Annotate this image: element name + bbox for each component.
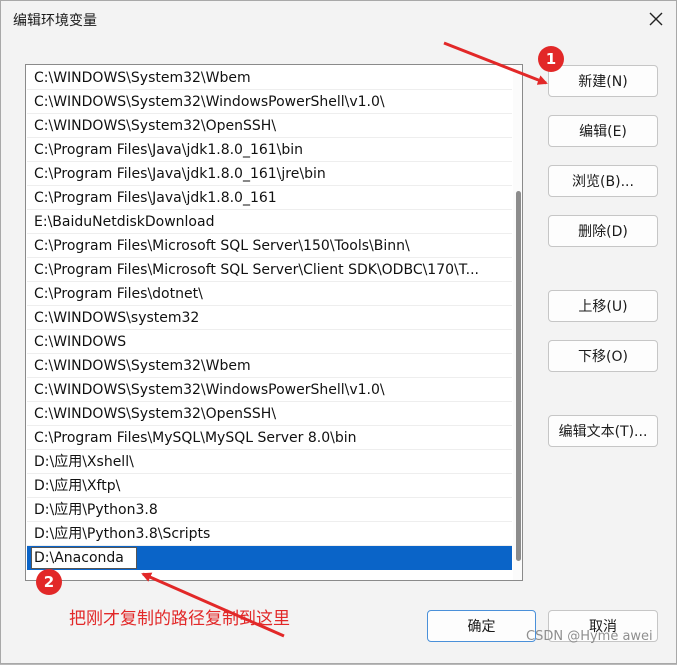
list-item[interactable]: C:\Program Files\Java\jdk1.8.0_161 (27, 186, 512, 210)
edit-text-button[interactable]: 编辑文本(T)... (548, 415, 658, 447)
list-item[interactable]: C:\WINDOWS (27, 330, 512, 354)
list-item[interactable]: C:\Program Files\Microsoft SQL Server\15… (27, 234, 512, 258)
new-button[interactable]: 新建(N) (548, 65, 658, 97)
list-item[interactable]: C:\WINDOWS\system32 (27, 306, 512, 330)
list-item[interactable]: C:\Program Files\MySQL\MySQL Server 8.0\… (27, 426, 512, 450)
close-button[interactable] (641, 5, 671, 33)
list-item[interactable]: D:\应用\Python3.8 (27, 498, 512, 522)
list-item[interactable]: C:\WINDOWS\System32\WindowsPowerShell\v1… (27, 90, 512, 114)
edit-env-variable-dialog: 编辑环境变量 C:\WINDOWS\System32\Wbem C:\WINDOW… (0, 0, 677, 664)
list-item[interactable]: D:\应用\Xshell\ (27, 450, 512, 474)
delete-button[interactable]: 删除(D) (548, 215, 658, 247)
move-down-button[interactable]: 下移(O) (548, 340, 658, 372)
list-item[interactable]: C:\WINDOWS\System32\Wbem (27, 354, 512, 378)
list-item[interactable]: C:\Program Files\dotnet\ (27, 282, 512, 306)
browse-button[interactable]: 浏览(B)... (548, 165, 658, 197)
list-item-editing[interactable] (27, 546, 512, 570)
step-badge-2: 2 (36, 569, 62, 595)
list-item[interactable]: C:\WINDOWS\System32\Wbem (27, 66, 512, 90)
list-item[interactable]: E:\BaiduNetdiskDownload (27, 210, 512, 234)
list-item[interactable]: D:\应用\Python3.8\Scripts (27, 522, 512, 546)
close-icon (649, 12, 663, 26)
list-item[interactable]: C:\WINDOWS\System32\OpenSSH\ (27, 114, 512, 138)
list-item[interactable]: C:\WINDOWS\System32\OpenSSH\ (27, 402, 512, 426)
path-edit-input[interactable] (31, 547, 137, 569)
list-item[interactable]: C:\Program Files\Java\jdk1.8.0_161\jre\b… (27, 162, 512, 186)
path-listbox[interactable]: C:\WINDOWS\System32\Wbem C:\WINDOWS\Syste… (25, 64, 523, 581)
annotation-note: 把刚才复制的路径复制到这里 (69, 609, 290, 629)
ok-button[interactable]: 确定 (427, 610, 536, 642)
dialog-title: 编辑环境变量 (13, 13, 97, 29)
step-badge-1: 1 (538, 46, 564, 72)
list-item[interactable]: C:\Program Files\Microsoft SQL Server\Cl… (27, 258, 512, 282)
edit-button[interactable]: 编辑(E) (548, 115, 658, 147)
list-scrollbar[interactable] (513, 65, 522, 580)
move-up-button[interactable]: 上移(U) (548, 290, 658, 322)
list-item[interactable]: D:\应用\Xftp\ (27, 474, 512, 498)
scrollbar-thumb[interactable] (516, 191, 521, 561)
watermark: CSDN @Hyme awei (526, 629, 653, 644)
list-item[interactable]: C:\Program Files\Java\jdk1.8.0_161\bin (27, 138, 512, 162)
list-item[interactable]: C:\WINDOWS\System32\WindowsPowerShell\v1… (27, 378, 512, 402)
